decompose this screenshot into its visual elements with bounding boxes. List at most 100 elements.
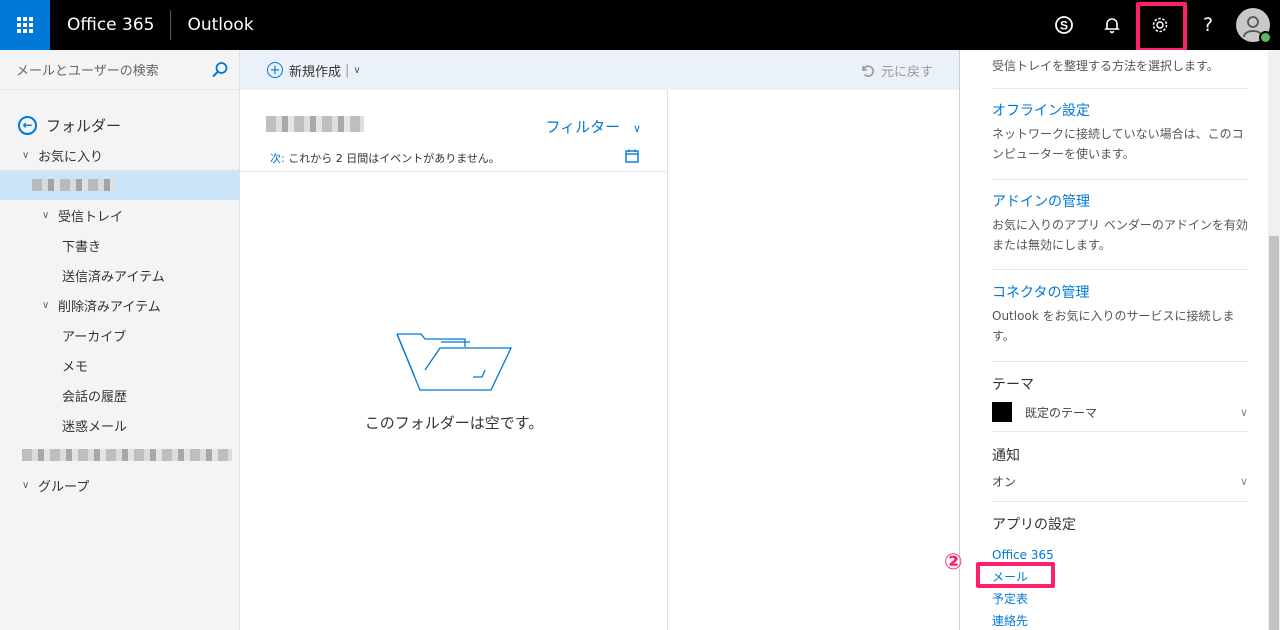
theme-swatch: [992, 402, 1012, 422]
help-button[interactable]: ?: [1184, 0, 1232, 50]
chevron-down-icon: ∨: [42, 209, 50, 221]
message-list: フィルター ∨ 次: これから 2 日間はイベントがありません。 このフォルダー…: [240, 90, 668, 630]
app-settings-heading: アプリの設定: [992, 517, 1076, 533]
sidebar-item-label: 削除済みアイテム: [58, 299, 161, 315]
notifications-value: オン: [992, 475, 1017, 489]
sidebar-item-label: アーカイブ: [62, 329, 127, 345]
undo-label: 元に戻す: [880, 64, 933, 80]
notifications-button[interactable]: [1088, 0, 1136, 50]
manage-connectors-desc: Outlook をお気に入りのサービスに接続します。: [992, 309, 1235, 343]
folders-back-button[interactable]: ← フォルダー: [0, 112, 239, 138]
sidebar-item-deleted[interactable]: ∨ 削除済みアイテム: [0, 290, 239, 320]
sidebar-item-inbox[interactable]: ∨ 受信トレイ: [0, 200, 239, 230]
app-settings-calendar-link[interactable]: 予定表: [992, 588, 1248, 610]
chevron-down-icon: ∨: [632, 122, 641, 135]
new-label: 新規作成: [289, 64, 342, 80]
redacted-account-name: [32, 179, 116, 191]
groups-label: グループ: [38, 479, 90, 495]
settings-desc: 受信トレイを整理する方法を選択します。: [992, 59, 1219, 73]
favorites-toggle[interactable]: ∨ お気に入り: [0, 140, 239, 170]
undo-button[interactable]: 元に戻す: [859, 61, 933, 80]
theme-value: 既定のテーマ: [1025, 405, 1098, 420]
favorites-label: お気に入り: [38, 149, 104, 165]
chevron-down-icon[interactable]: ∨: [353, 65, 360, 76]
filter-label: フィルター: [545, 118, 621, 136]
separator: |: [345, 62, 350, 78]
upcoming-events: 次: これから 2 日間はイベントがありません。: [270, 150, 500, 166]
sidebar-item-junk[interactable]: 迷惑メール: [0, 410, 239, 440]
new-message-button[interactable]: + 新規作成 | ∨: [267, 61, 361, 80]
empty-folder-icon: [396, 333, 513, 391]
calendar-icon[interactable]: [625, 149, 639, 163]
offline-settings-link[interactable]: オフライン設定: [992, 100, 1248, 120]
theme-heading: テーマ: [992, 377, 1034, 393]
top-bar: Office 365 Outlook S ?: [0, 0, 1280, 50]
folders-title: フォルダー: [46, 116, 122, 135]
app-name-outlook[interactable]: Outlook: [171, 15, 253, 35]
sidebar-item-drafts[interactable]: 下書き: [0, 230, 239, 260]
divider: [992, 88, 1248, 89]
chevron-down-icon: ∨: [1239, 475, 1248, 488]
sidebar-item-sent[interactable]: 送信済みアイテム: [0, 260, 239, 290]
sidebar-item-archive[interactable]: アーカイブ: [0, 320, 239, 350]
search-input[interactable]: メールとユーザーの検索: [16, 60, 211, 79]
notifications-select[interactable]: オン ∨: [992, 473, 1248, 490]
brand-office365[interactable]: Office 365: [50, 10, 172, 40]
groups-toggle[interactable]: ∨ グループ: [0, 470, 239, 500]
redacted-folder-name: [266, 116, 364, 132]
reading-pane: [668, 90, 959, 630]
filter-button[interactable]: フィルター ∨: [545, 116, 641, 137]
sidebar-item-redacted[interactable]: [0, 440, 239, 470]
annotation-marker-2: ②: [944, 550, 963, 575]
search-box[interactable]: メールとユーザーの検索: [0, 50, 239, 90]
app-settings-people-link[interactable]: 連絡先: [992, 610, 1248, 630]
manage-connectors-link[interactable]: コネクタの管理: [992, 282, 1248, 302]
scrollbar-thumb[interactable]: [1269, 236, 1279, 630]
app-launcher-icon: [17, 17, 33, 33]
settings-panel: 受信トレイを整理する方法を選択します。 オフライン設定 ネットワークに接続してい…: [959, 50, 1280, 630]
settings-connectors: コネクタの管理 Outlook をお気に入りのサービスに接続します。: [992, 282, 1248, 346]
app-launcher-button[interactable]: [0, 0, 50, 50]
folder-pane: メールとユーザーの検索 ← フォルダー ∨ お気に入り ∨ 受信トレイ 下書き …: [0, 50, 240, 630]
next-text: これから 2 日間はイベントがありません。: [288, 152, 500, 165]
annotation-highlight-settings: [1136, 2, 1187, 52]
manage-addins-link[interactable]: アドインの管理: [992, 191, 1248, 211]
sidebar-item-conversation-history[interactable]: 会話の履歴: [0, 380, 239, 410]
skype-icon: S: [1055, 16, 1073, 34]
account-button[interactable]: [1232, 0, 1280, 50]
command-bar: + 新規作成 | ∨ 元に戻す: [240, 50, 959, 90]
divider: [992, 501, 1248, 502]
plus-icon: +: [267, 62, 283, 78]
settings-offline: オフライン設定 ネットワークに接続していない場合は、このコンピューターを使います…: [992, 100, 1248, 164]
settings-addins: アドインの管理 お気に入りのアプリ ベンダーのアドインを有効または無効にします。: [992, 191, 1248, 255]
divider: [992, 269, 1248, 270]
annotation-highlight-mail: [976, 562, 1055, 588]
theme-select[interactable]: 既定のテーマ ∨: [992, 402, 1248, 422]
divider: [992, 179, 1248, 180]
chevron-down-icon: ∨: [22, 479, 30, 491]
bell-icon: [1104, 18, 1120, 34]
settings-focused-inbox-desc: 受信トレイを整理する方法を選択します。: [992, 52, 1248, 76]
chevron-down-icon: ∨: [22, 149, 30, 161]
scrollbar[interactable]: [1268, 50, 1280, 630]
skype-button[interactable]: S: [1040, 0, 1088, 50]
avatar: [1236, 8, 1272, 44]
back-arrow-icon: ←: [18, 115, 37, 135]
sidebar-item-account[interactable]: [0, 170, 239, 200]
redacted-item: [22, 449, 232, 461]
empty-state: このフォルダーは空です。: [240, 330, 668, 433]
sidebar-item-notes[interactable]: メモ: [0, 350, 239, 380]
offline-settings-desc: ネットワークに接続していない場合は、このコンピューターを使います。: [992, 127, 1244, 161]
next-prefix: 次:: [270, 152, 285, 165]
settings-notifications[interactable]: 通知 オン ∨: [992, 445, 1248, 490]
sidebar-item-label: 下書き: [62, 239, 102, 255]
sidebar-item-label: 送信済みアイテム: [62, 269, 165, 285]
search-icon[interactable]: [211, 61, 229, 79]
sidebar-item-label: 迷惑メール: [62, 419, 128, 435]
help-icon: ?: [1202, 14, 1214, 36]
online-status-icon: [1259, 31, 1272, 44]
settings-theme[interactable]: テーマ 既定のテーマ ∨: [992, 374, 1248, 422]
list-header: フィルター ∨ 次: これから 2 日間はイベントがありません。: [240, 90, 667, 172]
sidebar-item-label: 会話の履歴: [62, 389, 128, 405]
manage-addins-desc: お気に入りのアプリ ベンダーのアドインを有効または無効にします。: [992, 218, 1248, 252]
